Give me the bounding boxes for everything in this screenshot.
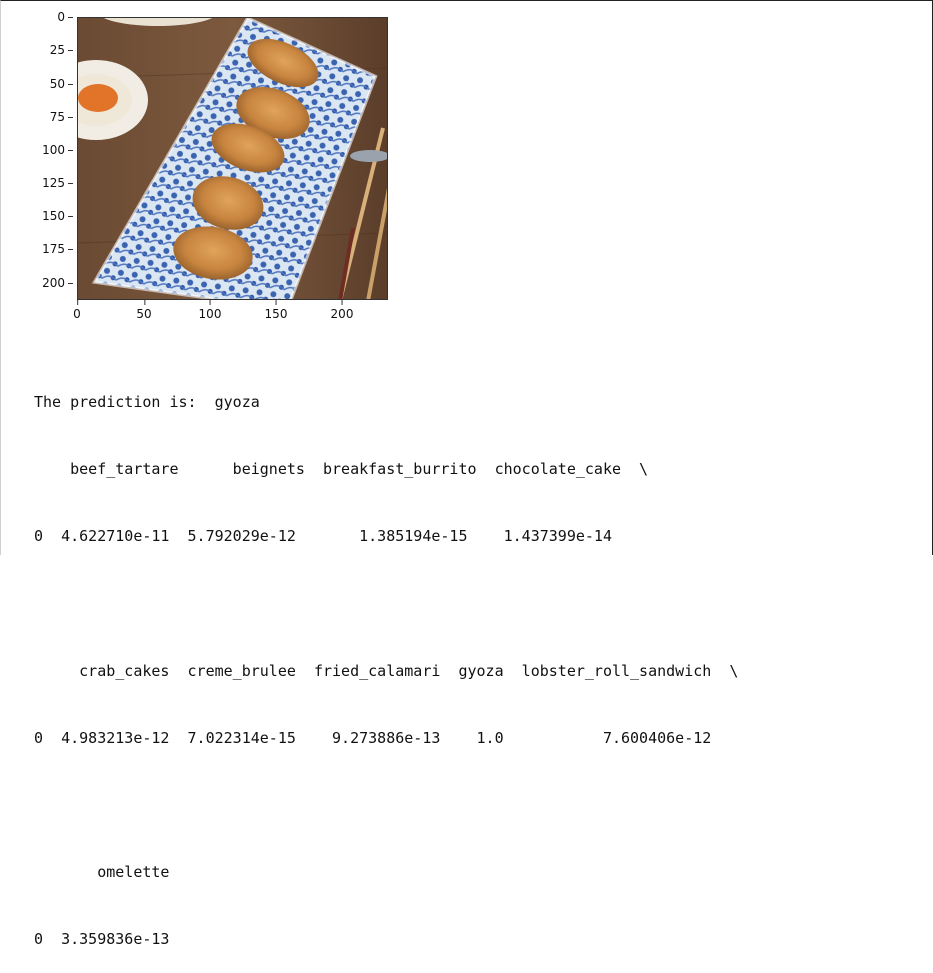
y-tick-label: 0 xyxy=(57,10,73,24)
table-row: 0 3.359836e-13 xyxy=(34,930,170,949)
table-row: 0 4.622710e-11 5.792029e-12 1.385194e-15… xyxy=(34,527,612,546)
table-header: beef_tartare beignets breakfast_burrito … xyxy=(34,460,649,479)
table-row: 0 4.983213e-12 7.022314e-15 9.273886e-13… xyxy=(34,728,712,747)
table-header: omelette xyxy=(34,863,170,882)
x-tick-label: 100 xyxy=(198,300,222,321)
image-plot: 0 25 50 75 100 125 150 175 200 0 50 100 … xyxy=(0,0,400,335)
x-tick-label: 150 xyxy=(264,300,288,321)
y-tick-label: 125 xyxy=(42,176,73,190)
y-tick-label: 50 xyxy=(49,77,74,91)
text-output: The prediction is: gyoza beef_tartare be… xyxy=(34,346,738,973)
y-tick-label: 150 xyxy=(42,209,73,223)
x-tick-label: 0 xyxy=(73,300,81,321)
y-tick-label: 25 xyxy=(49,43,74,57)
x-tick-label: 50 xyxy=(136,300,152,321)
y-tick-label: 100 xyxy=(42,143,73,157)
y-tick-label: 200 xyxy=(42,276,73,290)
y-tick-label: 175 xyxy=(42,242,73,256)
prediction-label: The prediction is: gyoza xyxy=(34,392,260,411)
gyoza-image xyxy=(77,17,388,300)
table-header: crab_cakes creme_brulee fried_calamari g… xyxy=(34,661,739,680)
y-tick-label: 75 xyxy=(49,110,74,124)
x-tick-label: 200 xyxy=(330,300,354,321)
